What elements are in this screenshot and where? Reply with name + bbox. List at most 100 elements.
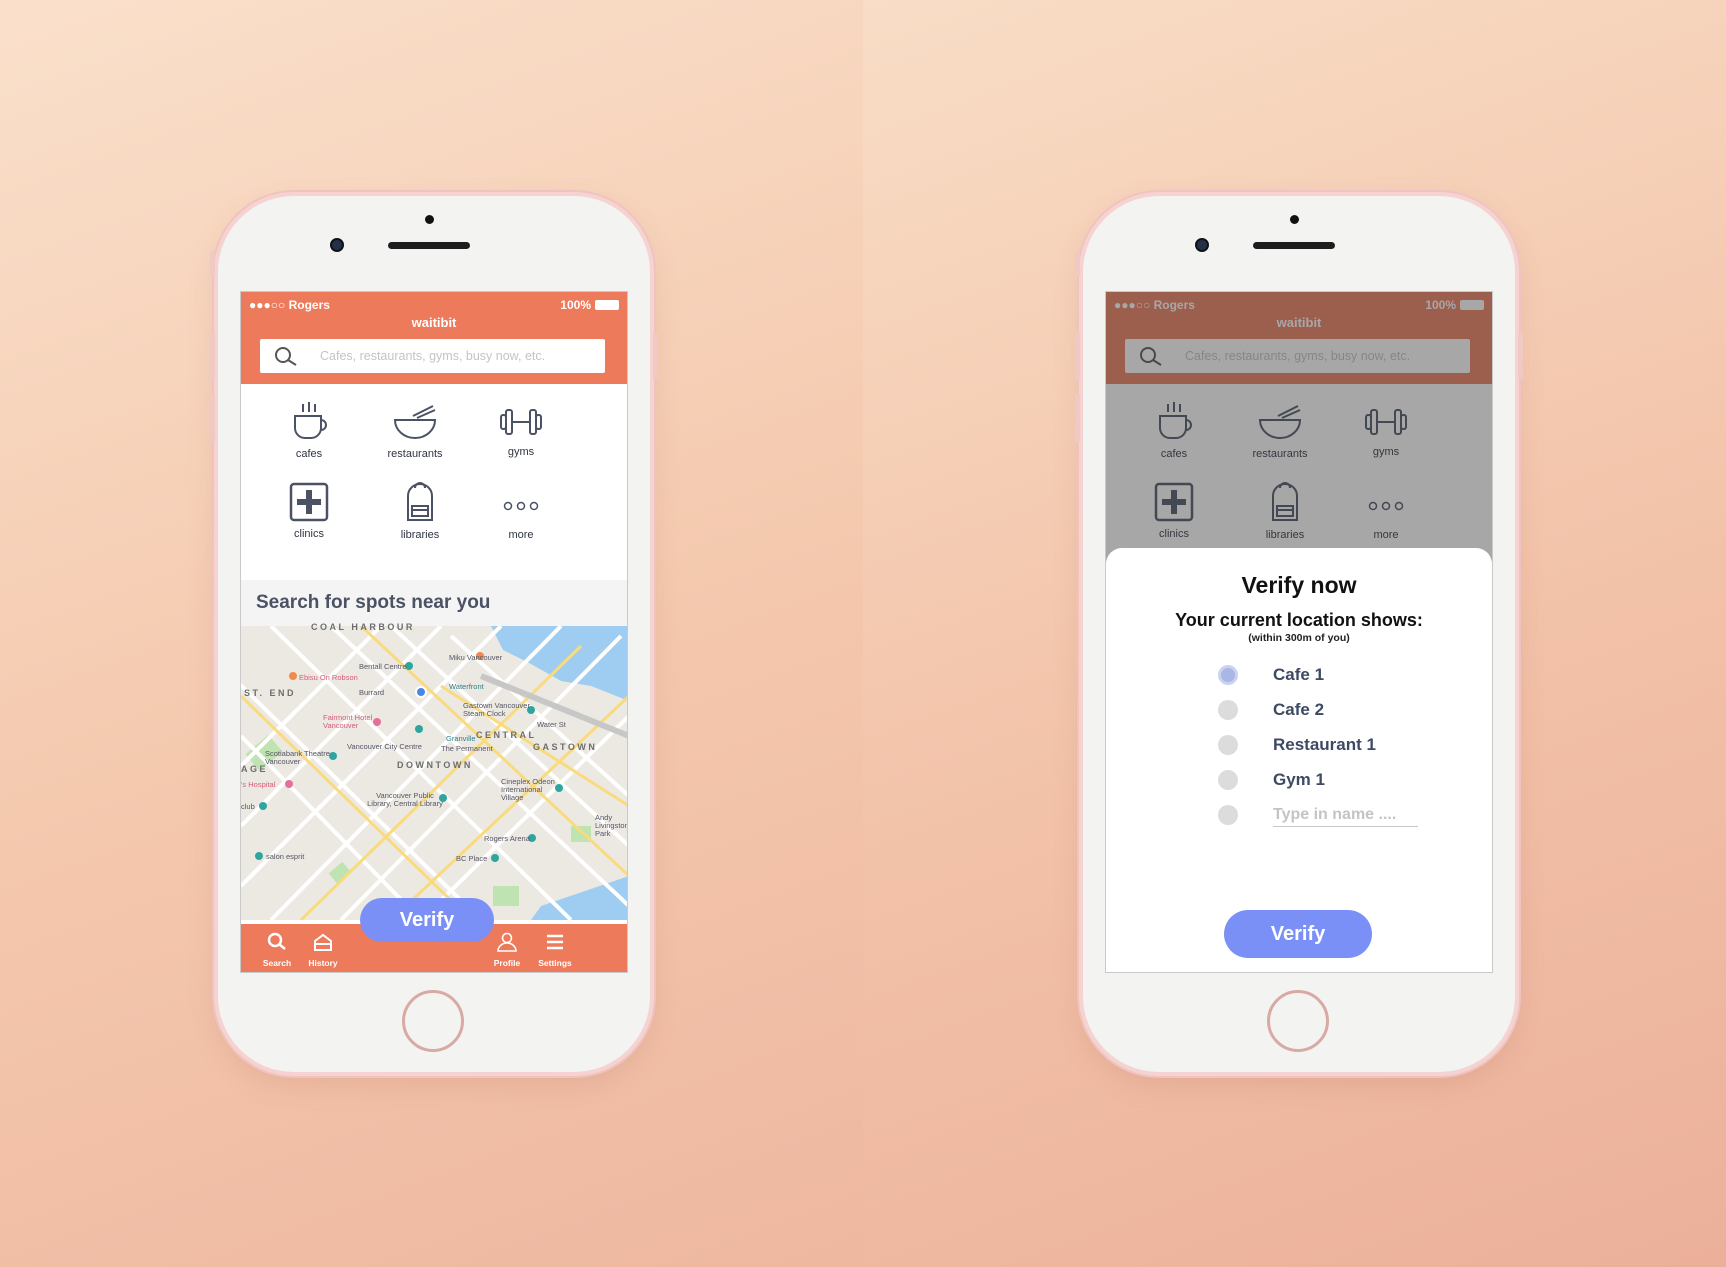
coffee-cup-icon bbox=[294, 402, 327, 439]
search-icon bbox=[275, 347, 297, 366]
category-restaurants[interactable]: restaurants bbox=[360, 392, 470, 472]
category-more[interactable]: more bbox=[466, 472, 576, 552]
category-clinics[interactable]: clinics bbox=[254, 472, 364, 552]
map-label: Scotiabank Theatre Vancouver bbox=[265, 749, 330, 766]
map-label: 's Hospital bbox=[241, 780, 276, 789]
radio-unselected[interactable] bbox=[1218, 700, 1238, 720]
map-label: GASTOWN bbox=[533, 742, 598, 752]
tab-label: Settings bbox=[538, 958, 572, 968]
radio-unselected[interactable] bbox=[1218, 735, 1238, 755]
verify-button[interactable]: Verify bbox=[360, 898, 494, 942]
map-label: Vancouver City Centre bbox=[347, 742, 422, 751]
tab-settings[interactable]: Settings bbox=[527, 930, 583, 970]
history-icon bbox=[314, 933, 332, 951]
phone-side-button bbox=[1075, 251, 1080, 277]
more-dots-icon bbox=[503, 501, 539, 511]
home-button[interactable] bbox=[1267, 990, 1329, 1052]
backpack-icon bbox=[407, 482, 433, 521]
map-label: Rogers Arena bbox=[484, 834, 530, 843]
phone-mockup-verify: ●●●○○ Rogers 100% waitibit Cafes, restau… bbox=[1075, 196, 1523, 1072]
location-option-custom[interactable] bbox=[1218, 803, 1438, 827]
map-graphic bbox=[241, 626, 627, 920]
app-title: waitibit bbox=[411, 315, 457, 330]
profile-icon bbox=[497, 932, 517, 952]
map-label: Cineplex Odeon International Village bbox=[501, 777, 555, 802]
earpiece-speaker bbox=[388, 242, 470, 249]
category-libraries[interactable]: libraries bbox=[365, 472, 475, 552]
search-bar[interactable] bbox=[260, 339, 605, 373]
option-label: Cafe 2 bbox=[1273, 700, 1325, 719]
battery-percent: 100% bbox=[560, 298, 591, 312]
front-camera bbox=[1195, 238, 1209, 252]
map-label: BC Place bbox=[456, 854, 488, 863]
radio-unselected[interactable] bbox=[1218, 770, 1238, 790]
near-you-section: Search for spots near you bbox=[241, 580, 627, 626]
category-label: clinics bbox=[294, 528, 324, 540]
map-label: ST. END bbox=[244, 688, 297, 698]
search-icon bbox=[267, 932, 286, 950]
location-option[interactable]: Restaurant 1 bbox=[1218, 733, 1438, 757]
earpiece-speaker bbox=[1253, 242, 1335, 249]
carrier-label: ●●●○○ Rogers bbox=[249, 298, 330, 312]
near-you-title: Search for spots near you bbox=[256, 592, 491, 613]
radio-selected[interactable] bbox=[1218, 665, 1238, 685]
option-label: Cafe 1 bbox=[1273, 665, 1325, 684]
location-option[interactable]: Cafe 1 bbox=[1218, 663, 1438, 687]
map-label: COAL HARBOUR bbox=[311, 622, 415, 632]
category-label: gyms bbox=[507, 446, 535, 458]
phone-side-button bbox=[1518, 332, 1523, 380]
category-label: restaurants bbox=[387, 448, 443, 460]
front-camera bbox=[330, 238, 344, 252]
map-label: Miku Vancouver bbox=[449, 653, 503, 662]
home-button[interactable] bbox=[402, 990, 464, 1052]
status-bar: ●●●○○ Rogers 100% bbox=[249, 298, 619, 312]
map-label: Andy Livingstone Park bbox=[595, 813, 627, 838]
front-sensor bbox=[1290, 215, 1299, 224]
phone-mockup-home: ●●●○○ Rogers 100% waitibit Cafes, restau… bbox=[210, 196, 658, 1072]
modal-subtitle: Your current location shows: bbox=[1175, 610, 1423, 630]
app-screen-home: ●●●○○ Rogers 100% waitibit Cafes, restau… bbox=[240, 291, 628, 973]
map-label: DOWNTOWN bbox=[397, 760, 473, 770]
bowl-icon bbox=[393, 405, 437, 439]
battery-icon bbox=[595, 300, 619, 310]
map-label: Vancouver Public Library, Central Librar… bbox=[367, 791, 443, 808]
category-grid: cafes restaurants gyms clinics libraries… bbox=[241, 384, 627, 580]
map-label: Granville bbox=[446, 734, 476, 743]
phone-side-button bbox=[210, 394, 215, 442]
option-label: Restaurant 1 bbox=[1273, 735, 1376, 754]
option-label: Gym 1 bbox=[1273, 770, 1325, 789]
category-label: cafes bbox=[295, 448, 323, 460]
dumbbell-icon bbox=[500, 409, 542, 435]
map-label: Burrard bbox=[359, 688, 385, 697]
map-label: CENTRAL bbox=[476, 730, 537, 740]
tab-history[interactable]: History bbox=[295, 930, 351, 970]
tab-label: History bbox=[308, 958, 338, 968]
location-option[interactable]: Cafe 2 bbox=[1218, 698, 1438, 722]
front-sensor bbox=[425, 215, 434, 224]
map-label: Waterfront bbox=[449, 682, 484, 691]
phone-side-button bbox=[1075, 332, 1080, 380]
modal-note: (within 300m of you) bbox=[1248, 632, 1350, 644]
app-header: ●●●○○ Rogers 100% waitibit bbox=[241, 292, 627, 384]
phone-side-button bbox=[210, 251, 215, 277]
location-option[interactable]: Gym 1 bbox=[1218, 768, 1438, 792]
phone-side-button bbox=[653, 332, 658, 380]
phone-side-button bbox=[1075, 394, 1080, 442]
phone-side-button bbox=[210, 332, 215, 380]
map-label: AGE bbox=[241, 764, 269, 774]
modal-verify-button[interactable]: Verify bbox=[1224, 910, 1372, 958]
map-label: club bbox=[241, 802, 255, 811]
medical-cross-icon bbox=[289, 482, 329, 522]
search-input[interactable] bbox=[320, 339, 590, 373]
category-gyms[interactable]: gyms bbox=[466, 392, 576, 472]
category-label: more bbox=[508, 529, 534, 541]
map-label: Ebisu On Robson bbox=[299, 673, 358, 682]
map-view[interactable]: Bentall Centre Miku Vancouver Ebisu On R… bbox=[241, 622, 627, 920]
radio-unselected[interactable] bbox=[1218, 805, 1238, 825]
map-label: Fairmont Hotel Vancouver bbox=[323, 713, 373, 730]
custom-name-input[interactable] bbox=[1273, 803, 1418, 827]
category-cafes[interactable]: cafes bbox=[254, 392, 364, 472]
map-label: Water St bbox=[537, 720, 566, 729]
modal-title: Verify now bbox=[1241, 572, 1357, 598]
modal-backdrop[interactable] bbox=[1106, 292, 1492, 562]
